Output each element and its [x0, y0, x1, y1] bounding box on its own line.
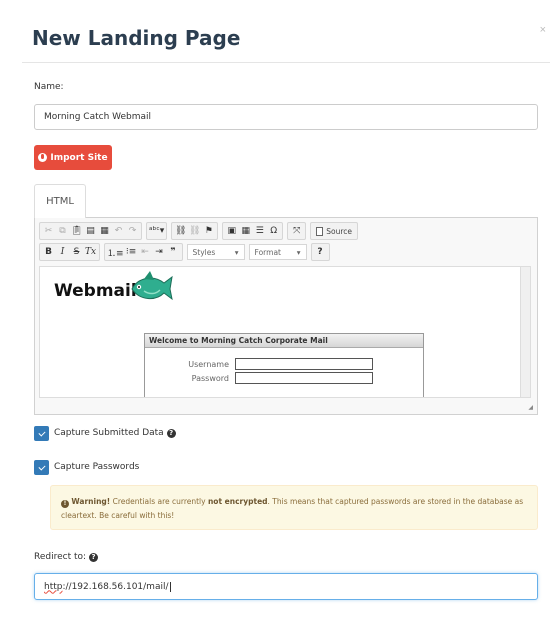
redirect-url-scheme: http [44, 581, 63, 592]
bold-button[interactable]: B [42, 245, 55, 259]
chevron-down-icon: ▾ [234, 247, 239, 257]
capture-passwords-text: Capture Passwords [54, 462, 140, 472]
table-icon[interactable]: ▦ [239, 224, 252, 238]
editor-scrollbar[interactable] [520, 266, 531, 398]
help-button[interactable]: ? [314, 245, 327, 259]
warning-title: Warning! [71, 497, 111, 506]
username-row: Username [145, 358, 423, 370]
redo-icon[interactable]: ↷ [126, 224, 139, 238]
format-dropdown[interactable]: Format ▾ [248, 244, 307, 260]
anchor-icon[interactable]: ⚑ [202, 224, 215, 238]
html-editor: ✂ ⧉ 📋︎ ▤ ▦ ↶ ↷ ᵃᵇᶜ▾ ⛓ ⛓ ⚑ ▣ ▦ ☰ Ω ⤧ Sour… [34, 217, 538, 415]
redirect-url-rest: ://192.168.56.101/mail/ [62, 581, 169, 592]
clipboard-group: ✂ ⧉ 📋︎ ▤ ▦ ↶ ↷ [39, 222, 142, 240]
remove-format-button[interactable]: Tx [84, 245, 97, 259]
link-icon[interactable]: ⛓ [174, 224, 187, 238]
image-icon[interactable]: ▣ [225, 224, 238, 238]
maximize-group: ⤧ [287, 222, 307, 240]
indent-icon[interactable]: ⇥ [153, 245, 166, 259]
paragraph-group: ⒈≡ ⁝≡ ⇤ ⇥ ❞ [104, 243, 183, 261]
name-label: Name: [34, 82, 64, 92]
warning-alert: ! Warning! Credentials are currently not… [50, 485, 538, 530]
capture-passwords-label: Capture Passwords [54, 462, 139, 472]
blockquote-icon[interactable]: ❞ [167, 245, 180, 259]
numbered-list-icon[interactable]: ⒈≡ [107, 245, 124, 259]
help-icon[interactable]: ? [89, 552, 99, 562]
capture-submitted-data-label: Capture Submitted Data ? [54, 428, 176, 438]
redirect-label-text: Redirect to: [34, 552, 87, 562]
password-row: Password [145, 372, 423, 384]
bulleted-list-icon[interactable]: ⁝≡ [125, 245, 138, 259]
basic-styles-group: B I S Tx [39, 243, 100, 261]
unlink-icon[interactable]: ⛓ [188, 224, 201, 238]
editor-content-area[interactable]: Webmail Welcome to Morning Catch Corpora… [39, 266, 521, 398]
help-icon[interactable]: ? [166, 428, 176, 438]
modal-title: New Landing Page [32, 26, 241, 50]
name-input[interactable]: Morning Catch Webmail [34, 104, 538, 130]
source-group: Source [310, 222, 358, 240]
spellcheck-icon[interactable]: ᵃᵇᶜ▾ [149, 224, 164, 238]
cut-icon[interactable]: ✂ [42, 224, 55, 238]
username-label: Username [188, 359, 229, 369]
editor-toolbar-row-2: B I S Tx ⒈≡ ⁝≡ ⇤ ⇥ ❞ Styles ▾ Format ▾ ? [39, 243, 330, 261]
login-box: Welcome to Morning Catch Corporate Mail … [144, 333, 424, 397]
outdent-icon[interactable]: ⇤ [139, 245, 152, 259]
spellcheck-group: ᵃᵇᶜ▾ [146, 222, 168, 240]
special-char-icon[interactable]: Ω [267, 224, 280, 238]
chevron-down-icon: ▾ [296, 247, 301, 257]
paste-icon[interactable]: 📋︎ [70, 224, 83, 238]
resize-handle-icon[interactable]: ◢ [528, 404, 533, 411]
text-cursor [169, 581, 171, 592]
redirect-label: Redirect to: ? [34, 552, 99, 562]
source-button[interactable]: Source [313, 226, 355, 236]
insert-group: ▣ ▦ ☰ Ω [222, 222, 284, 240]
italic-button[interactable]: I [56, 245, 69, 259]
format-label: Format [254, 247, 281, 257]
close-icon[interactable]: × [540, 24, 546, 36]
copy-icon[interactable]: ⧉ [56, 224, 69, 238]
globe-icon [38, 153, 48, 162]
warning-text-before: Credentials are currently [110, 497, 208, 506]
warning-emphasis: not encrypted [207, 497, 268, 506]
capture-submitted-data-checkbox[interactable] [34, 426, 49, 441]
header-divider [22, 62, 550, 63]
capture-submitted-data-text: Capture Submitted Data [54, 428, 164, 438]
redirect-url-input[interactable]: http://192.168.56.101/mail/ [34, 573, 538, 600]
webmail-logo-text: Webmail [54, 281, 137, 301]
horizontal-rule-icon[interactable]: ☰ [253, 224, 266, 238]
username-field[interactable] [235, 358, 373, 370]
strike-button[interactable]: S [70, 245, 83, 259]
paste-word-icon[interactable]: ▦ [98, 224, 111, 238]
login-box-title: Welcome to Morning Catch Corporate Mail [145, 334, 423, 348]
help-group: ? [310, 243, 330, 261]
source-icon [316, 226, 324, 236]
paste-text-icon[interactable]: ▤ [84, 224, 97, 238]
import-site-button[interactable]: Import Site [34, 145, 112, 170]
link-group: ⛓ ⛓ ⚑ [171, 222, 219, 240]
editor-toolbar-row-1: ✂ ⧉ 📋︎ ▤ ▦ ↶ ↷ ᵃᵇᶜ▾ ⛓ ⛓ ⚑ ▣ ▦ ☰ Ω ⤧ Sour… [39, 222, 358, 240]
exclamation-icon: ! [61, 500, 69, 508]
fish-logo-icon [131, 271, 173, 301]
maximize-icon[interactable]: ⤧ [290, 224, 303, 238]
password-field[interactable] [235, 372, 373, 384]
styles-dropdown[interactable]: Styles ▾ [186, 244, 245, 260]
import-site-label: Import Site [50, 152, 108, 163]
source-label: Source [326, 226, 352, 236]
password-label: Password [191, 373, 229, 383]
capture-passwords-checkbox[interactable] [34, 460, 49, 475]
tab-html[interactable]: HTML [34, 184, 86, 218]
undo-icon[interactable]: ↶ [112, 224, 125, 238]
styles-label: Styles [192, 247, 216, 257]
